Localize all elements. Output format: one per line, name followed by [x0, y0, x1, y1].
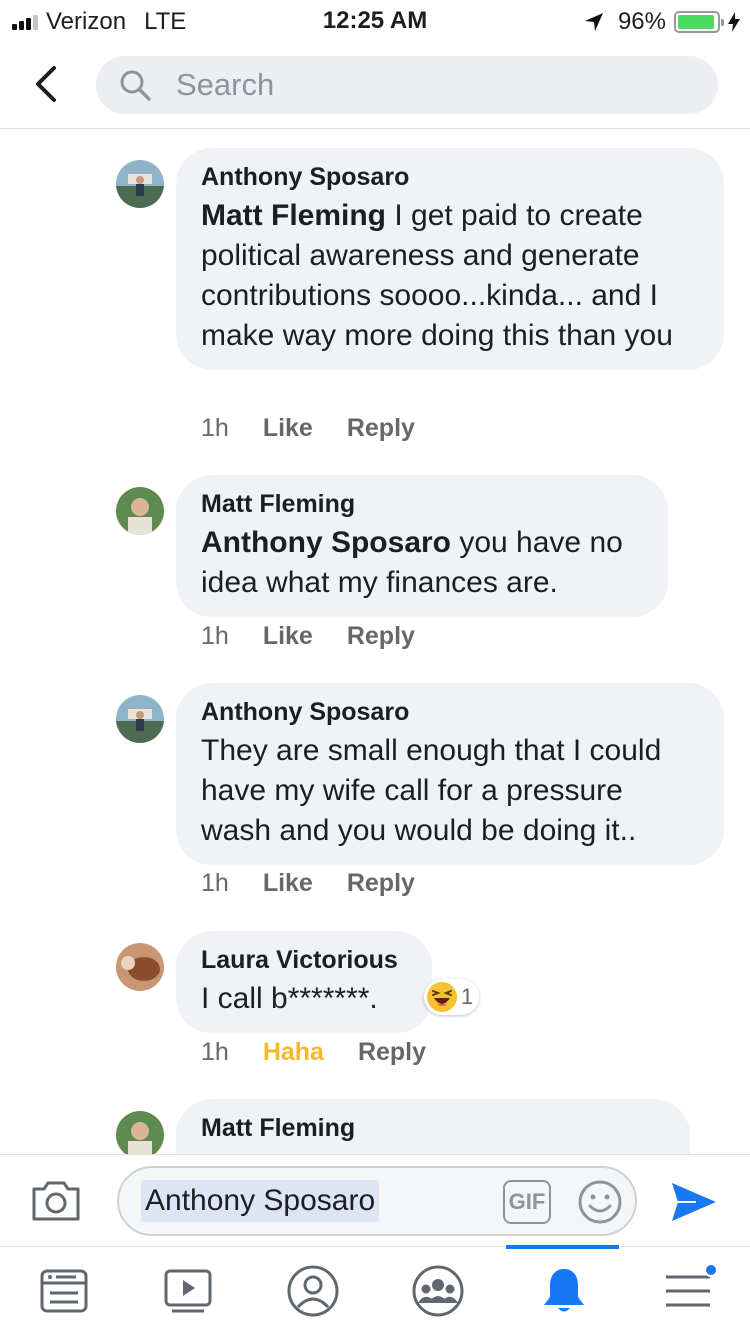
search-icon: [120, 70, 151, 101]
comment-actions: 1h Like Reply: [201, 414, 415, 443]
gif-button[interactable]: GIF: [503, 1180, 551, 1224]
charging-bolt-icon: [728, 12, 740, 32]
avatar[interactable]: [116, 695, 164, 743]
comment-author[interactable]: Anthony Sposaro: [201, 162, 699, 192]
status-bar: Verizon LTE 12:25 AM 96%: [0, 0, 750, 40]
comment-author[interactable]: Anthony Sposaro: [201, 697, 699, 727]
comment-time: 1h: [201, 414, 229, 442]
comment-mention[interactable]: Anthony Sposaro: [201, 526, 451, 559]
profile-icon[interactable]: [285, 1265, 341, 1317]
search-header: Search: [0, 40, 750, 129]
back-arrow-icon[interactable]: [30, 64, 64, 104]
comment-thread: Anthony Sposaro Matt Fleming I get paid …: [0, 130, 750, 1154]
battery-fill: [678, 15, 715, 29]
camera-icon[interactable]: [30, 1177, 82, 1223]
location-arrow-icon: [584, 13, 603, 31]
comment-input-value[interactable]: Anthony Sposaro: [141, 1180, 380, 1222]
search-input[interactable]: Search: [96, 56, 718, 114]
active-tab-indicator: [506, 1245, 619, 1249]
haha-emoji-icon: [427, 982, 457, 1012]
reply-button[interactable]: Reply: [347, 414, 415, 443]
status-right: 96%: [584, 8, 740, 36]
comment-text: They are small enough that I could have …: [201, 734, 662, 847]
emoji-icon[interactable]: [577, 1179, 623, 1225]
reply-button[interactable]: Reply: [347, 622, 415, 651]
comment-bubble[interactable]: Matt Fleming Anthony Sposaro you have no…: [176, 475, 668, 617]
comment-text: Matt Fleming I get paid to create politi…: [201, 196, 699, 356]
like-button[interactable]: Like: [263, 869, 313, 898]
news-feed-icon[interactable]: [36, 1265, 92, 1317]
battery-percent: 96%: [617, 8, 666, 35]
comment-author[interactable]: Laura Victorious: [201, 945, 407, 975]
comment-text: I call b*******.: [201, 982, 378, 1015]
comment-composer: Anthony Sposaro GIF: [0, 1154, 750, 1246]
comment-bubble[interactable]: Matt Fleming: [176, 1099, 690, 1154]
comment-bubble[interactable]: Laura Victorious I call b*******.: [176, 931, 432, 1033]
notifications-icon[interactable]: [536, 1265, 592, 1317]
tab-bar: [0, 1245, 750, 1334]
comment-author[interactable]: Matt Fleming: [201, 489, 643, 519]
comment-mention[interactable]: Matt Fleming: [201, 199, 386, 232]
comment-author[interactable]: Matt Fleming: [201, 1113, 665, 1143]
reaction-count: 1: [461, 984, 474, 1009]
comment-input[interactable]: Anthony Sposaro GIF: [117, 1166, 637, 1236]
like-button[interactable]: Like: [263, 414, 313, 443]
menu-notification-dot: [704, 1263, 718, 1277]
comment-text: Anthony Sposaro you have no idea what my…: [201, 523, 643, 603]
reply-button[interactable]: Reply: [347, 869, 415, 898]
comment-time: 1h: [201, 869, 229, 897]
comment-bubble[interactable]: Anthony Sposaro They are small enough th…: [176, 683, 724, 865]
watch-icon[interactable]: [160, 1265, 216, 1317]
avatar[interactable]: [116, 160, 164, 208]
comment-actions: 1h Like Reply: [201, 869, 415, 898]
avatar[interactable]: [116, 487, 164, 535]
send-icon[interactable]: [670, 1179, 718, 1225]
battery-icon: [674, 11, 724, 33]
comment-bubble[interactable]: Anthony Sposaro Matt Fleming I get paid …: [176, 148, 724, 370]
reply-button[interactable]: Reply: [358, 1038, 426, 1067]
groups-icon[interactable]: [410, 1265, 466, 1317]
search-placeholder: Search: [176, 67, 275, 102]
comment-time: 1h: [201, 622, 229, 650]
comment-time: 1h: [201, 1038, 229, 1066]
haha-reaction-button[interactable]: Haha: [263, 1038, 324, 1067]
avatar[interactable]: [116, 943, 164, 991]
comment-actions: 1h Haha Reply: [201, 1038, 426, 1067]
comment-actions: 1h Like Reply: [201, 622, 415, 651]
reaction-summary[interactable]: 1: [424, 979, 480, 1015]
like-button[interactable]: Like: [263, 622, 313, 651]
avatar[interactable]: [116, 1111, 164, 1154]
